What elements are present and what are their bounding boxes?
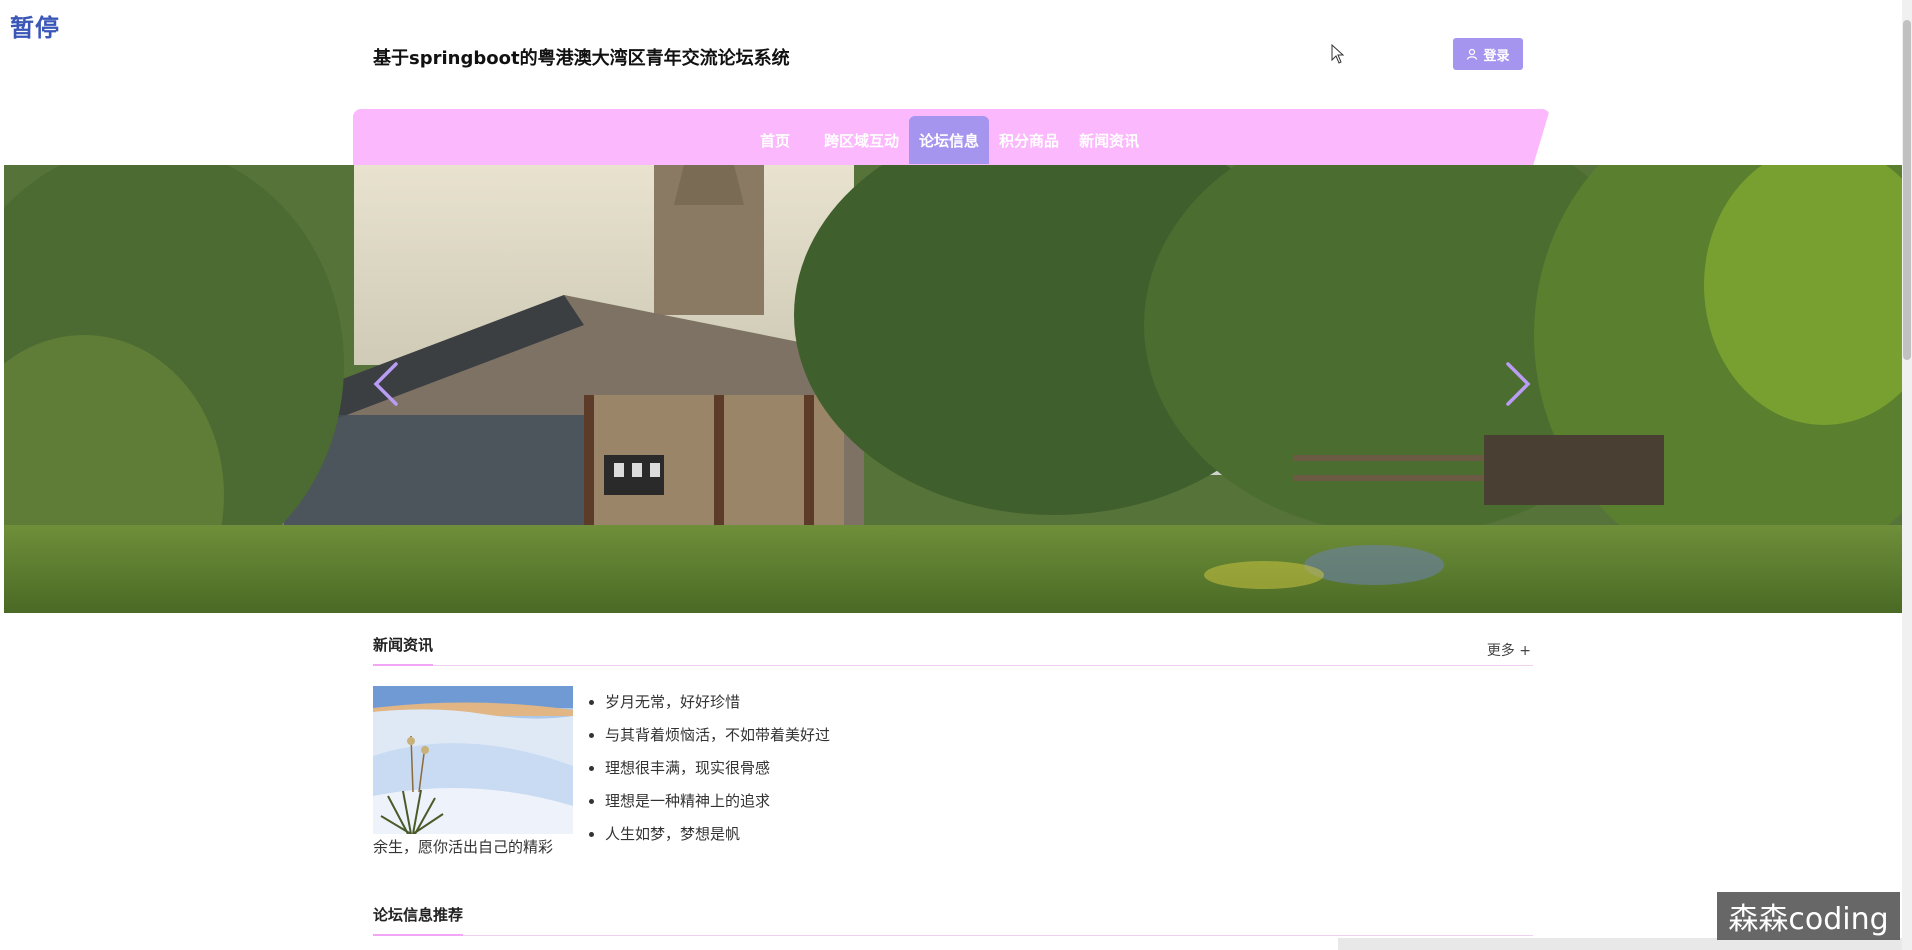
forum-section: 论坛信息推荐 [373, 900, 1533, 936]
news-body: 岁月无常，好好珍惜 与其背着烦恼活，不如带着美好过 理想很丰满，现实很骨感 理想… [373, 666, 1533, 856]
banner-image [4, 165, 1902, 613]
nav-item-home[interactable]: 首页 [750, 116, 800, 164]
news-featured-caption[interactable]: 余生，愿你活出自己的精彩 [373, 836, 553, 857]
main-nav: 首页 跨区域互动 论坛信息 积分商品 新闻资讯 [750, 116, 1149, 164]
nav-item-news[interactable]: 新闻资讯 [1069, 116, 1149, 164]
nav-item-cross-region[interactable]: 跨区域互动 [814, 116, 909, 164]
mouse-cursor-icon [1331, 44, 1345, 64]
login-label: 登录 [1483, 48, 1510, 64]
news-section-title: 新闻资讯 [373, 634, 434, 666]
news-list-item[interactable]: 与其背着烦恼活，不如带着美好过 [605, 719, 830, 752]
news-list-item[interactable]: 岁月无常，好好珍惜 [605, 686, 830, 719]
page: 暂停 基于springboot的粤港澳大湾区青年交流论坛系统 登录 首页 跨区域… [0, 0, 1912, 950]
news-section: 新闻资讯 更多 + • 岁月无常，好好珍惜 • 与其背着烦恼活，不如带着美好过 … [373, 630, 1533, 856]
site-header: 基于springboot的粤港澳大湾区青年交流论坛系统 登录 [373, 38, 1523, 100]
scrollbar[interactable] [1902, 0, 1912, 950]
news-list-item[interactable]: 理想是一种精神上的追求 [605, 785, 830, 818]
news-list-item[interactable]: 人生如梦，梦想是帆 [605, 818, 830, 851]
login-button[interactable]: 登录 [1453, 38, 1523, 70]
forum-section-header: 论坛信息推荐 [373, 900, 1533, 936]
news-list: 岁月无常，好好珍惜 与其背着烦恼活，不如带着美好过 理想很丰满，现实很骨感 理想… [593, 686, 830, 851]
site-title: 基于springboot的粤港澳大湾区青年交流论坛系统 [373, 48, 790, 69]
carousel-next-arrow-icon[interactable] [1500, 360, 1534, 408]
news-featured-image[interactable] [373, 686, 573, 834]
news-section-header: 新闻资讯 更多 + [373, 630, 1533, 666]
forum-section-title: 论坛信息推荐 [373, 904, 464, 936]
scrollbar-thumb[interactable] [1903, 20, 1911, 360]
user-icon [1467, 48, 1478, 60]
news-list-item[interactable]: 理想很丰满，现实很骨感 [605, 752, 830, 785]
watermark: 森森coding [1717, 892, 1900, 940]
nav-item-points-goods[interactable]: 积分商品 [989, 116, 1069, 164]
pause-badge[interactable]: 暂停 [10, 8, 60, 43]
news-more-link[interactable]: 更多 + [1487, 640, 1531, 660]
nav-item-forum[interactable]: 论坛信息 [909, 116, 990, 164]
banner-carousel[interactable] [4, 165, 1902, 613]
carousel-prev-arrow-icon[interactable] [370, 360, 404, 408]
